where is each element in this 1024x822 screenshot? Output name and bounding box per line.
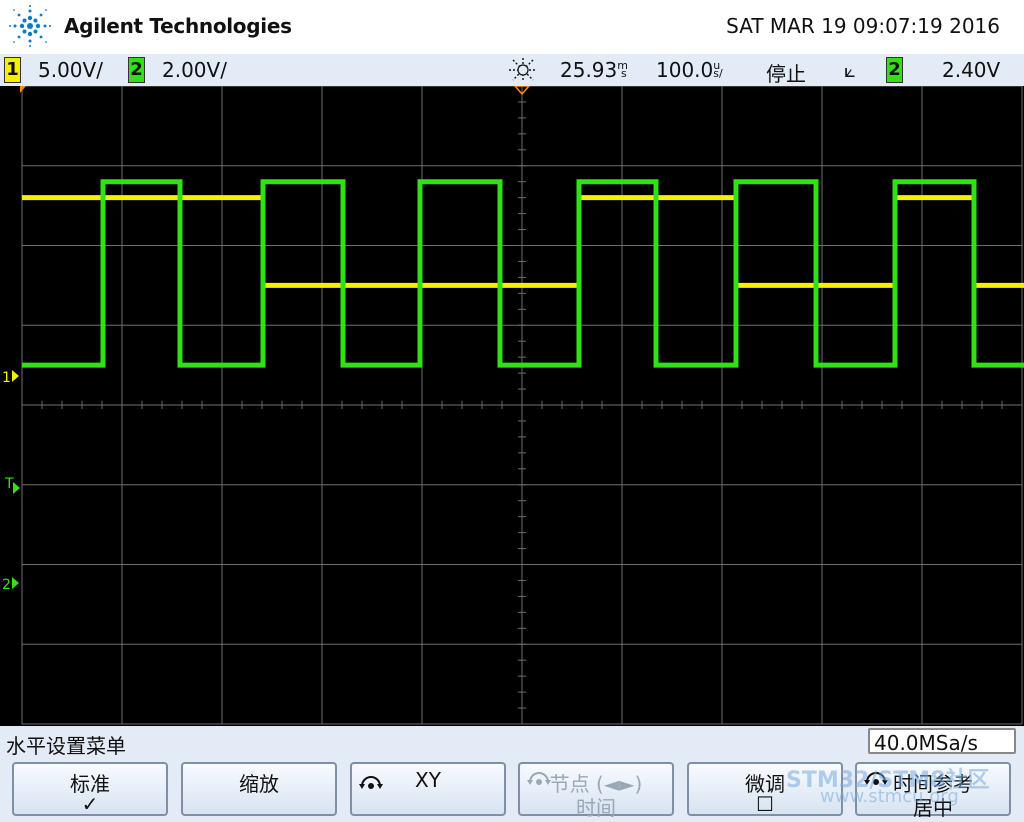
agilent-spark-logo-icon bbox=[9, 5, 51, 47]
ch1-indicator[interactable]: 1 bbox=[4, 57, 21, 83]
check-icon: ✓ bbox=[81, 792, 99, 816]
delay-knob-icon bbox=[509, 58, 537, 82]
ch2-indicator[interactable]: 2 bbox=[128, 57, 145, 83]
softkey-sublabel: 居中 bbox=[913, 796, 953, 820]
ch2-scale: 2.00V/ bbox=[162, 58, 227, 82]
svg-text:2: 2 bbox=[2, 577, 11, 593]
softkey-time-reference[interactable]: 时间参考 居中 bbox=[855, 762, 1011, 820]
svg-text:T: T bbox=[4, 476, 14, 492]
waveform-display[interactable]: 1 T 2 bbox=[0, 86, 1024, 726]
trigger-level-marker: T bbox=[4, 476, 20, 494]
softkey-fine[interactable]: 微调 ☐ bbox=[687, 762, 843, 816]
trigger-source-indicator[interactable]: 2 bbox=[886, 57, 903, 83]
left-edge-marker-icon bbox=[20, 86, 26, 93]
softkey-label: 缩放 bbox=[239, 772, 279, 796]
softkey-xy[interactable]: XY bbox=[350, 762, 506, 816]
timebase-value: 100.0us/ bbox=[656, 58, 723, 82]
checkbox-icon: ☐ bbox=[756, 792, 774, 816]
ch2-waveform bbox=[22, 179, 1024, 368]
delay-value: 25.93ms bbox=[560, 58, 628, 82]
date-time: SAT MAR 19 09:07:19 2016 bbox=[726, 14, 1000, 38]
ch1-ground-marker: 1 bbox=[2, 370, 19, 386]
trigger-level: 2.40V bbox=[942, 58, 1001, 82]
ch1-waveform bbox=[22, 195, 1024, 288]
brand-name: Agilent Technologies bbox=[64, 14, 292, 38]
sample-rate-readout: 40.0MSa/s bbox=[868, 728, 1016, 755]
run-stop-status: 停止 bbox=[766, 62, 806, 86]
softkey-normal[interactable]: 标准 ✓ bbox=[12, 762, 168, 816]
softkey-vernier-time[interactable]: 节点 (◄►) 时间 bbox=[518, 762, 674, 820]
ch1-scale: 5.00V/ bbox=[38, 58, 103, 82]
softkey-sublabel: 时间 bbox=[576, 796, 616, 820]
softkey-label: XY bbox=[415, 768, 441, 792]
ch2-ground-marker: 2 bbox=[2, 577, 19, 593]
status-bar: 1 5.00V/ 2 2.00V/ 25.93ms 100.0us/ 停止 ⟀ … bbox=[0, 54, 1024, 86]
softkey-zoom[interactable]: 缩放 bbox=[181, 762, 337, 816]
svg-text:1: 1 bbox=[2, 370, 11, 386]
menu-title: 水平设置菜单 bbox=[6, 734, 126, 758]
softkey-bar: 标准 ✓ 缩放 XY 节点 (◄►) 时间 微调 ☐ 时间参考 居中 bbox=[0, 758, 1024, 822]
trigger-slope-icon: ⟀ bbox=[844, 58, 856, 82]
header-bar: Agilent Technologies SAT MAR 19 09:07:19… bbox=[0, 0, 1024, 54]
